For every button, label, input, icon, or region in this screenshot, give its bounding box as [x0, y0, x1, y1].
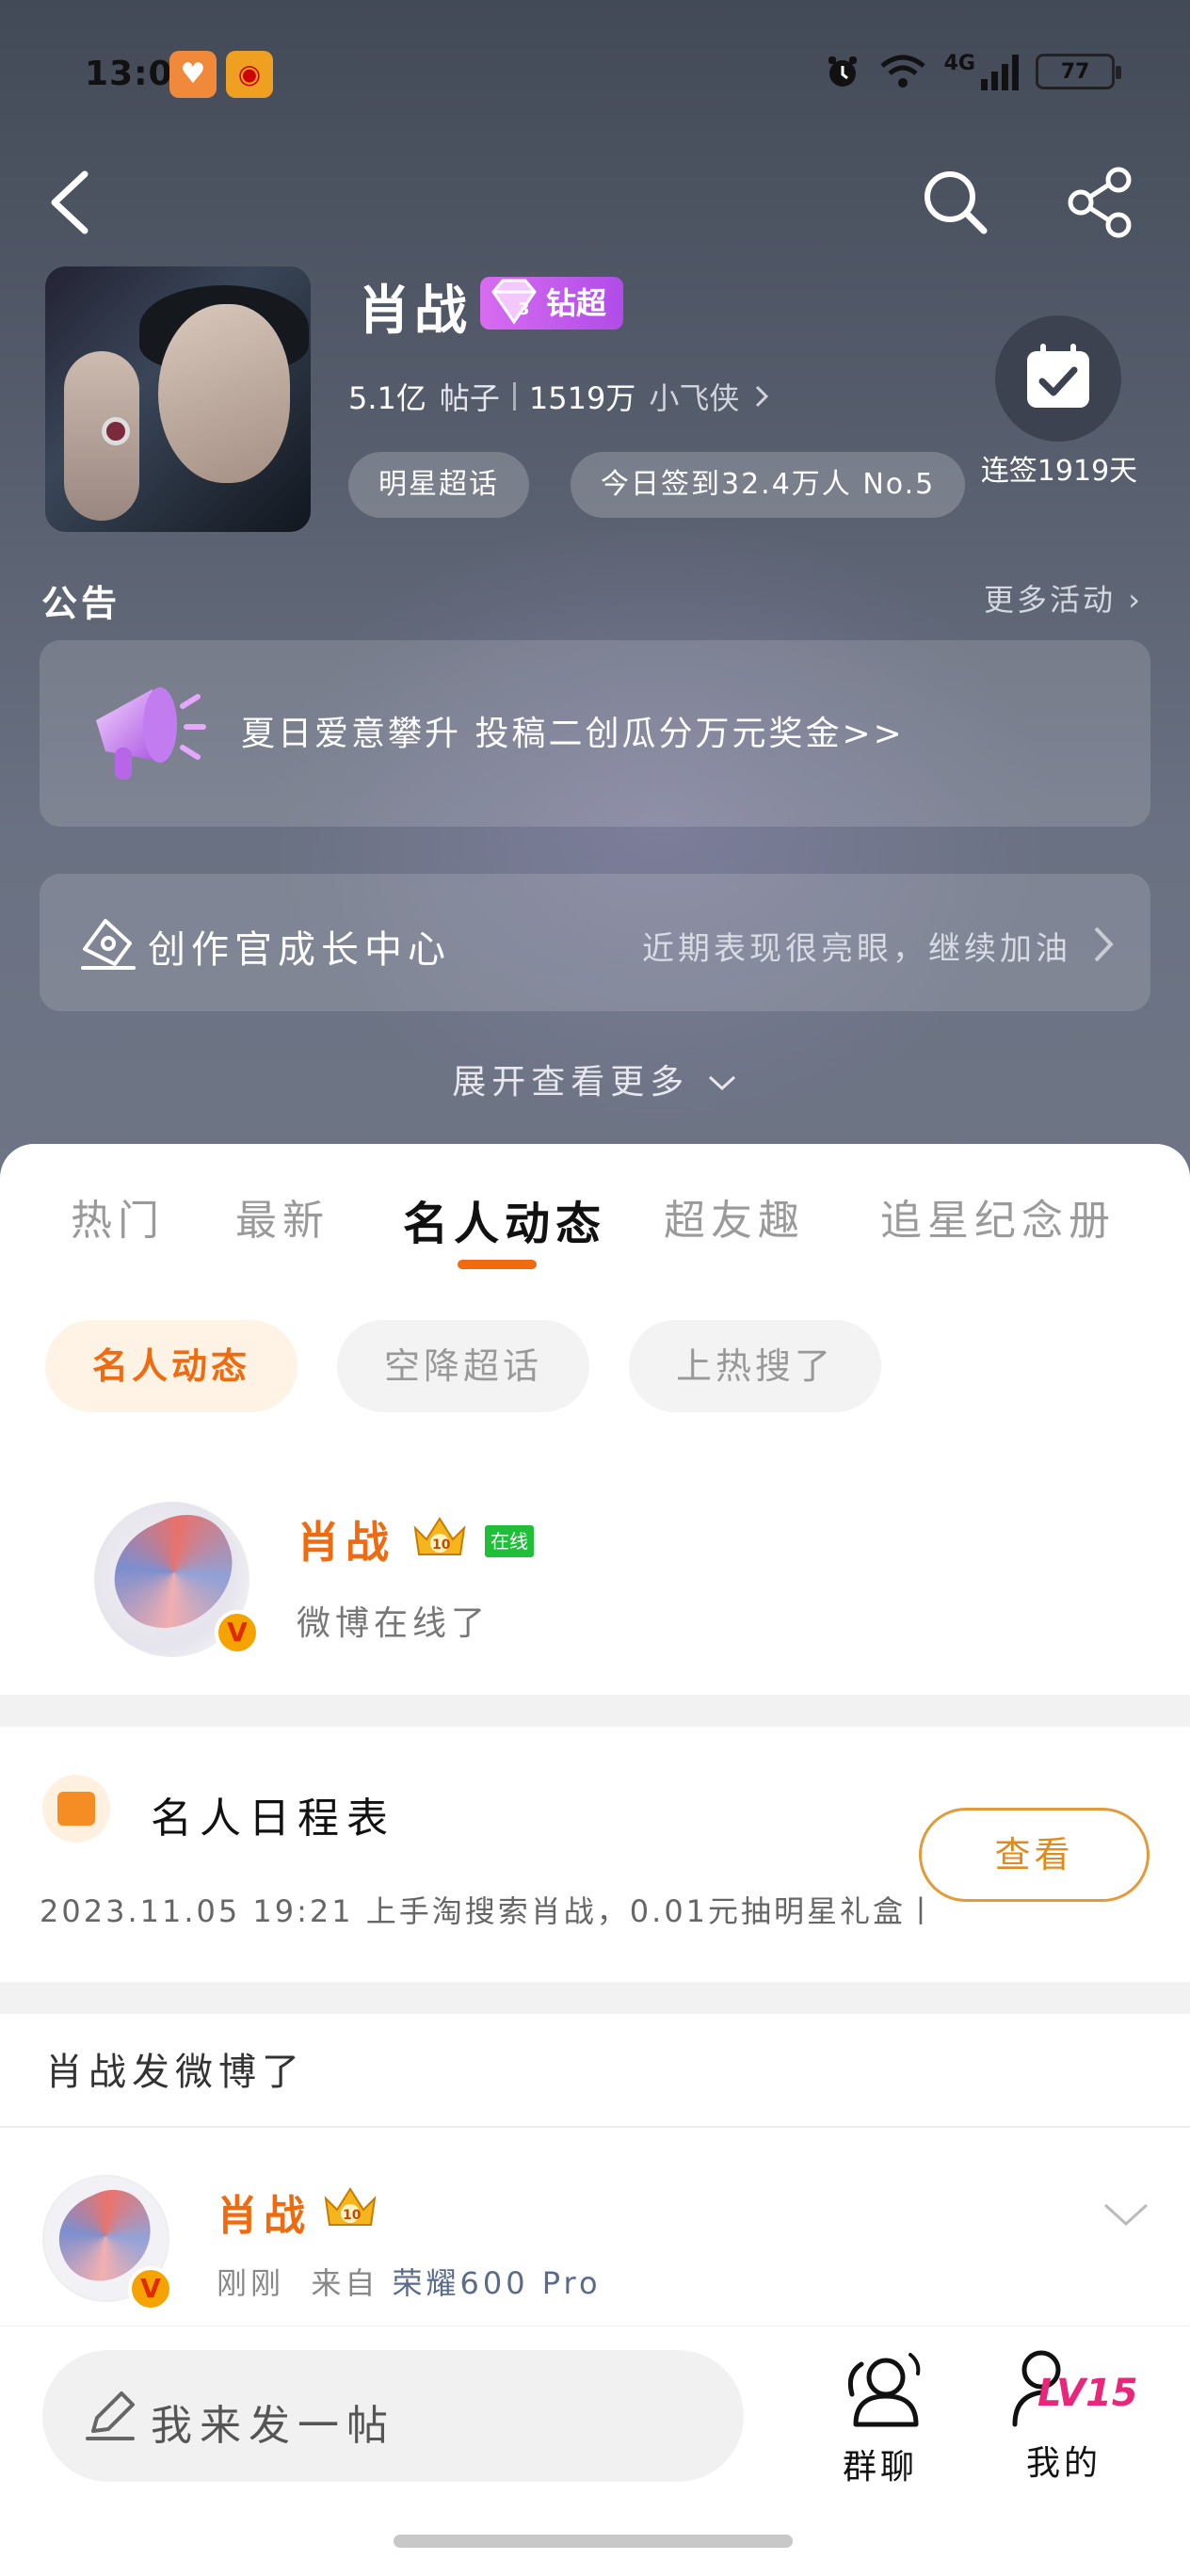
post-device[interactable]: 荣耀600 Pro — [393, 2265, 602, 2301]
notice-text: 夏日爱意攀升 投稿二创瓜分万元奖金>> — [241, 715, 905, 753]
chevron-right-icon — [756, 385, 769, 408]
category-chip[interactable]: 明星超话 — [348, 452, 529, 518]
notice-card[interactable]: 夏日爱意攀升 投稿二创瓜分万元奖金>> — [40, 640, 1150, 827]
chevron-right-icon: › — [1128, 582, 1143, 618]
cover-ring — [102, 417, 130, 445]
chevron-down-icon — [708, 1075, 735, 1091]
svg-text:10: 10 — [343, 2208, 362, 2223]
tab-latest[interactable]: 最新 — [235, 1186, 330, 1247]
expand-more-button[interactable]: 展开查看更多 — [0, 1055, 1190, 1103]
crown-level-icon: 10 — [413, 1517, 466, 1555]
verified-icon: V — [128, 2266, 173, 2311]
group-chat-icon — [847, 2353, 921, 2427]
celebrity-name[interactable]: 肖战 — [297, 1508, 394, 1570]
view-button[interactable]: 查看 — [919, 1808, 1150, 1902]
verified-icon: V — [215, 1610, 260, 1655]
creator-center-card[interactable]: 创作官成长中心 近期表现很亮眼，继续加油 — [40, 874, 1150, 1011]
badge-label: 钻超 — [546, 285, 607, 321]
battery-icon: 77 — [1036, 54, 1121, 89]
more-activities-link[interactable]: 更多活动 › — [984, 576, 1143, 620]
tab-fans-fun[interactable]: 超友趣 — [664, 1186, 805, 1247]
chevron-right-icon — [1094, 926, 1114, 962]
posts-label: 帖子 — [439, 380, 500, 416]
creator-center-title: 创作官成长中心 — [148, 928, 451, 972]
post-meta: 刚刚 来自 荣耀600 Pro — [217, 2260, 602, 2303]
home-indicator[interactable] — [394, 2535, 793, 2548]
network-label: 4G — [943, 51, 975, 75]
fans-count: 1519万 — [528, 380, 636, 416]
calendar-check-icon — [1027, 344, 1089, 408]
post-header[interactable]: V 肖战 10 刚刚 来自 荣耀600 Pro — [0, 2130, 1190, 2327]
compose-input[interactable]: 我来发一帖 — [42, 2350, 744, 2482]
chip-airdrop[interactable]: 空降超话 — [337, 1320, 590, 1412]
tab-celebrity[interactable]: 名人动态 — [403, 1186, 606, 1252]
checkin-streak: 连签1919天 — [980, 455, 1138, 488]
online-text: 微博在线了 — [297, 1604, 490, 1643]
my-level-icon: LV15 — [998, 2345, 1138, 2430]
compose-placeholder: 我来发一帖 — [151, 2402, 395, 2450]
crown-level-icon: 10 — [324, 2187, 377, 2226]
tab-hot[interactable]: 热门 — [71, 1186, 165, 1247]
group-chat-button[interactable]: 群聊 — [828, 2345, 932, 2488]
posted-section-title: 肖战发微博了 — [45, 2051, 305, 2094]
posts-count: 5.1亿 — [348, 380, 426, 416]
heart-app-icon: ♥ — [169, 51, 217, 98]
section-divider — [0, 1695, 1190, 1727]
level-badge: LV15 — [1037, 2372, 1138, 2415]
alarm-icon — [828, 56, 857, 87]
diamond-super-badge[interactable]: 3 钻超 — [480, 277, 624, 330]
my-label: 我的 — [1025, 2444, 1102, 2483]
schedule-title: 名人日程表 — [151, 1795, 395, 1843]
status-bar: 13:05 ♥ ◉ 4G 77 — [0, 0, 1190, 151]
stats-separator — [512, 382, 516, 411]
schedule-text: 2023.11.05 19:21 上手淘搜索肖战，0.01元抽明星礼盒丨 — [40, 1893, 940, 1929]
share-icon[interactable] — [1064, 165, 1139, 240]
topic-cover-image[interactable] — [45, 266, 311, 532]
my-profile-button[interactable]: LV15 我的 — [998, 2345, 1138, 2485]
checkin-rank-chip[interactable]: 今日签到32.4万人 No.5 — [571, 452, 966, 518]
notice-title: 公告 — [41, 583, 121, 624]
tab-memory-book[interactable]: 追星纪念册 — [880, 1186, 1116, 1247]
wifi-icon — [880, 55, 925, 88]
post-from: 来自 — [311, 2265, 379, 2301]
more-activities-label: 更多活动 — [984, 582, 1117, 618]
active-tab-indicator — [458, 1260, 537, 1269]
expand-more-label: 展开查看更多 — [452, 1063, 690, 1102]
diamond-icon: 3 — [491, 279, 537, 325]
calendar-icon — [42, 1775, 110, 1843]
post-author-name[interactable]: 肖战 — [217, 2182, 311, 2242]
search-icon[interactable] — [918, 165, 993, 240]
checkin-button[interactable] — [995, 315, 1121, 442]
section-divider — [0, 1982, 1190, 2014]
chip-celebrity[interactable]: 名人动态 — [45, 1320, 298, 1412]
creator-hat-icon — [81, 919, 136, 970]
status-indicators: 4G 77 — [824, 51, 1121, 90]
creator-center-subtitle: 近期表现很亮眼，继续加油 — [642, 930, 1071, 968]
group-chat-label: 群聊 — [842, 2448, 918, 2487]
online-status-item[interactable]: V 肖战 10 在线 微博在线了 — [0, 1488, 1190, 1695]
pencil-icon — [86, 2391, 135, 2440]
megaphone-icon — [96, 687, 206, 780]
divider — [0, 2126, 1190, 2128]
filter-chips: 名人动态 空降超话 上热搜了 — [45, 1320, 882, 1412]
feed-tabs: 热门 最新 名人动态 超友趣 追星纪念册 — [0, 1177, 1190, 1280]
celebrity-schedule: 名人日程表 2023.11.05 19:21 上手淘搜索肖战，0.01元抽明星礼… — [0, 1728, 1190, 1982]
post-time: 刚刚 — [217, 2265, 285, 2301]
topic-stats: 5.1亿 帖子 1519万 小飞侠 — [348, 375, 771, 418]
svg-text:10: 10 — [432, 1538, 451, 1553]
weibo-app-icon: ◉ — [226, 51, 273, 98]
chevron-down-icon[interactable] — [1098, 2196, 1154, 2233]
topic-name: 肖战 — [358, 281, 471, 342]
fans-label[interactable]: 小飞侠 — [649, 375, 739, 418]
cover-face — [158, 304, 290, 483]
chip-trending[interactable]: 上热搜了 — [629, 1320, 882, 1412]
online-tag: 在线 — [485, 1525, 534, 1557]
back-icon[interactable] — [38, 165, 104, 240]
signal-icon — [981, 53, 1019, 90]
svg-text:3: 3 — [518, 299, 530, 319]
